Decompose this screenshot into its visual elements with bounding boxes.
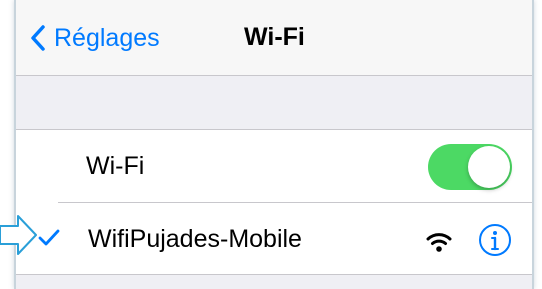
info-icon[interactable] (478, 223, 512, 257)
network-name: WifiPujades-Mobile (88, 225, 302, 253)
navigation-bar: Réglages Wi-Fi (16, 0, 532, 76)
settings-screen: Réglages Wi-Fi Wi-Fi WifiPujades-Mobile (14, 0, 534, 289)
pointer-arrow-icon (0, 215, 37, 255)
wifi-toggle-label: Wi-Fi (86, 152, 145, 180)
wifi-signal-icon (426, 233, 452, 252)
wifi-toggle-switch[interactable] (428, 144, 512, 190)
network-row[interactable]: WifiPujades-Mobile (16, 203, 532, 275)
back-button[interactable]: Réglages (30, 21, 160, 55)
wifi-settings-group: Wi-Fi WifiPujades-Mobile (16, 129, 532, 275)
chevron-left-icon (31, 25, 45, 51)
checkmark-icon (38, 229, 60, 246)
back-button-label: Réglages (54, 23, 160, 52)
page-title: Wi-Fi (244, 23, 305, 51)
section-spacer (16, 76, 532, 129)
wifi-toggle-row: Wi-Fi (16, 130, 532, 202)
toggle-knob (468, 146, 510, 188)
